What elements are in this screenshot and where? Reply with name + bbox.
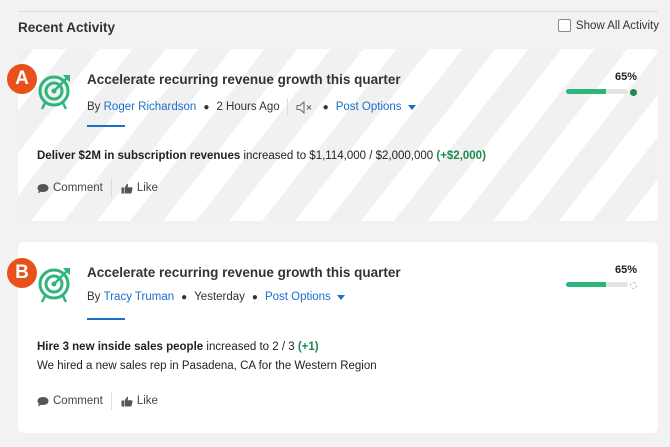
caret-down-icon — [336, 295, 345, 300]
post-options-label: Post Options — [335, 101, 402, 113]
post-options-label: Post Options — [264, 291, 331, 303]
meta-divider — [286, 98, 288, 116]
progress-bar — [566, 282, 628, 287]
section-title: Recent Activity — [18, 20, 116, 35]
caret-down-icon — [407, 105, 416, 110]
post-actions: Comment Like — [37, 392, 158, 410]
like-button[interactable]: Like — [121, 395, 158, 407]
thumbs-up-icon — [121, 183, 133, 193]
activity-card: A Accelerate recurring revenue growth th… — [7, 49, 658, 221]
card-badge: B — [7, 258, 37, 288]
meta-dot: ● — [203, 101, 210, 113]
author-link[interactable]: Tracy Truman — [104, 291, 175, 303]
author-link[interactable]: Roger Richardson — [104, 101, 197, 113]
actions-divider — [110, 179, 112, 197]
show-all-activity-toggle[interactable]: Show All Activity — [557, 19, 659, 32]
key-result-name: Hire 3 new inside sales people — [37, 341, 204, 353]
progress-fill — [566, 89, 607, 94]
comment-label: Comment — [53, 182, 103, 194]
goal-title[interactable]: Accelerate recurring revenue growth this… — [87, 265, 401, 280]
thumbs-up-icon — [121, 396, 133, 406]
like-button[interactable]: Like — [121, 182, 158, 194]
goal-title[interactable]: Accelerate recurring revenue growth this… — [87, 72, 401, 87]
comment-button[interactable]: Comment — [37, 182, 103, 194]
meta-dot: ● — [322, 101, 329, 113]
post-options-dropdown[interactable]: Post Options — [265, 291, 345, 303]
top-divider — [18, 11, 658, 12]
comment-button[interactable]: Comment — [37, 395, 103, 407]
meta-dot: ● — [251, 291, 258, 303]
show-all-label: Show All Activity — [575, 19, 659, 32]
post-time: Yesterday — [194, 291, 245, 303]
title-underline — [87, 125, 125, 127]
comment-label: Comment — [53, 395, 103, 407]
progress-status-dot — [630, 89, 637, 96]
by-label: By — [87, 101, 101, 113]
post-meta: By Tracy Truman ● Yesterday ● Post Optio… — [87, 291, 345, 303]
post-actions: Comment Like — [37, 179, 158, 197]
comment-bubble-icon — [37, 396, 49, 406]
activity-card: B Accelerate recurring revenue growth th… — [7, 242, 658, 433]
key-result-name: Deliver $2M in subscription revenues — [37, 150, 241, 162]
target-arrow-icon — [38, 75, 70, 110]
key-result-delta: (+$2,000) — [436, 150, 486, 162]
key-result-delta: (+1) — [297, 341, 319, 353]
like-label: Like — [136, 182, 158, 194]
update-note: We hired a new sales rep in Pasadena, CA… — [37, 360, 377, 372]
speaker-muted-icon[interactable] — [296, 100, 316, 114]
key-result-progress-text: increased to $1,114,000 / $2,000,000 — [243, 150, 434, 162]
meta-dot: ● — [181, 291, 188, 303]
key-result-update: Deliver $2M in subscription revenues inc… — [37, 150, 486, 162]
post-options-dropdown[interactable]: Post Options — [336, 101, 416, 113]
card-badge: A — [7, 64, 37, 94]
show-all-checkbox[interactable] — [557, 19, 571, 32]
post-meta: By Roger Richardson ● 2 Hours Ago ● Post… — [87, 98, 416, 116]
loading-spinner-icon — [630, 282, 637, 289]
actions-divider — [110, 392, 112, 410]
post-time: 2 Hours Ago — [216, 101, 280, 113]
target-arrow-icon — [38, 268, 70, 303]
like-label: Like — [136, 395, 158, 407]
progress-bar — [566, 89, 628, 94]
progress-fill — [566, 282, 607, 287]
key-result-update: Hire 3 new inside sales people increased… — [37, 341, 319, 353]
progress-percent: 65% — [614, 71, 637, 83]
by-label: By — [87, 291, 101, 303]
progress-percent: 65% — [614, 264, 637, 276]
title-underline — [87, 318, 125, 320]
comment-bubble-icon — [37, 183, 49, 193]
key-result-progress-text: increased to 2 / 3 — [206, 341, 295, 353]
